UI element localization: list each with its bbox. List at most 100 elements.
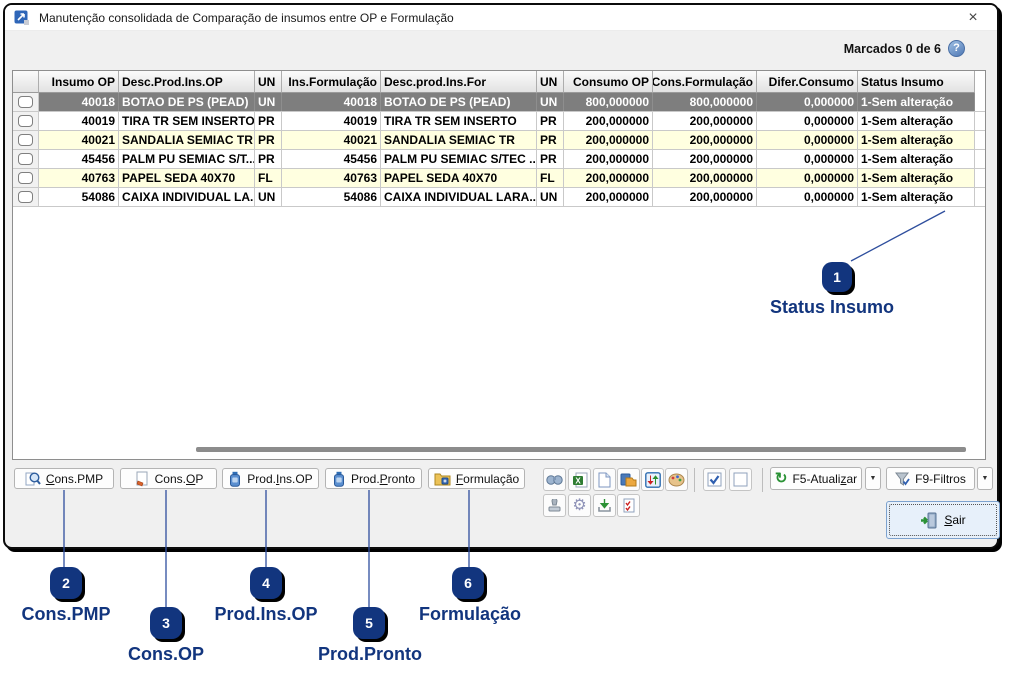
row-checkbox[interactable] (18, 153, 33, 165)
table-row[interactable]: 40018BOTAO DE PS (PEAD)UN40018BOTAO DE P… (13, 93, 985, 112)
cell: 1-Sem alteração (858, 112, 975, 130)
row-checkbox-cell[interactable] (13, 188, 39, 206)
header-status-insumo[interactable]: Status Insumo (858, 71, 975, 93)
check-all-icon[interactable] (703, 468, 726, 491)
callout-badge-2: 2 (50, 567, 82, 599)
table-row[interactable]: 45456PALM PU SEMIAC S/T...PR45456PALM PU… (13, 150, 985, 169)
cell: PAPEL SEDA 40X70 (119, 169, 255, 187)
button-label: F5-Atualizar (792, 472, 857, 486)
cell: 200,000000 (564, 169, 653, 187)
folder-formula-icon (434, 471, 451, 486)
cell: 200,000000 (564, 131, 653, 149)
marcados-label: Marcados 0 de 6 (844, 42, 941, 56)
callout-label-cons-pmp: Cons.PMP (21, 604, 110, 625)
table-row[interactable]: 40763PAPEL SEDA 40X70FL40763PAPEL SEDA 4… (13, 169, 985, 188)
header-consumo-op[interactable]: Consumo OP (564, 71, 653, 93)
table-row[interactable]: 40019TIRA TR SEM INSERTOPR40019TIRA TR S… (13, 112, 985, 131)
cell: PR (255, 112, 282, 130)
button-label: Prod.Ins.OP (247, 472, 312, 486)
cons-pmp-button[interactable]: Cons.PMP (14, 468, 114, 489)
header-un-1[interactable]: UN (255, 71, 282, 93)
callout-badge-3: 3 (150, 607, 182, 639)
bottle-icon (332, 471, 346, 487)
header-ins-formulacao[interactable]: Ins.Formulação (282, 71, 381, 93)
cell: PAPEL SEDA 40X70 (381, 169, 537, 187)
checklist-icon[interactable] (617, 494, 640, 517)
binoculars-icon[interactable] (543, 468, 566, 491)
prod-pronto-button[interactable]: Prod.Pronto (325, 468, 422, 489)
settings-gear-icon[interactable]: ⚙ (568, 494, 591, 517)
row-checkbox-cell[interactable] (13, 112, 39, 130)
export-excel-icon[interactable]: X (568, 468, 591, 491)
row-checkbox[interactable] (18, 96, 33, 108)
cell: 40019 (39, 112, 119, 130)
stamp-icon[interactable] (543, 494, 566, 517)
header-un-2[interactable]: UN (537, 71, 564, 93)
palette-icon[interactable] (665, 468, 688, 491)
search-document-icon (25, 471, 41, 487)
close-button[interactable]: × (963, 8, 983, 28)
cell: UN (255, 93, 282, 111)
cell: BOTAO DE PS (PEAD) (381, 93, 537, 111)
button-label: Formulação (456, 472, 519, 486)
cell: 40021 (39, 131, 119, 149)
f5-atualizar-button[interactable]: ↻ F5-Atualizar (770, 467, 862, 490)
button-label: Cons.OP (155, 472, 204, 486)
callout-label-prod-pronto: Prod.Pronto (318, 644, 422, 665)
cell: 0,000000 (757, 188, 858, 206)
row-checkbox[interactable] (18, 134, 33, 146)
uncheck-all-icon[interactable] (729, 468, 752, 491)
cell: 200,000000 (653, 188, 757, 206)
cell: 200,000000 (653, 150, 757, 168)
cell: 0,000000 (757, 169, 858, 187)
focus-ring (889, 504, 997, 536)
cell: 40018 (39, 93, 119, 111)
row-checkbox-cell[interactable] (13, 150, 39, 168)
formulacao-button[interactable]: Formulação (428, 468, 525, 489)
cell: 40018 (282, 93, 381, 111)
header-desc-prod-ins-op[interactable]: Desc.Prod.Ins.OP (119, 71, 255, 93)
callout-label-cons-op: Cons.OP (128, 644, 204, 665)
header-difer-consumo[interactable]: Difer.Consumo (757, 71, 858, 93)
sair-button[interactable]: Sair (886, 501, 1000, 539)
f5-dropdown-arrow[interactable]: ▼ (865, 467, 881, 490)
header-insumo-op[interactable]: Insumo OP (39, 71, 119, 93)
cell: PALM PU SEMIAC S/TEC ... (381, 150, 537, 168)
horizontal-scrollbar[interactable] (196, 447, 966, 452)
header-desc-prod-ins-for[interactable]: Desc.prod.Ins.For (381, 71, 537, 93)
row-checkbox[interactable] (18, 191, 33, 203)
row-checkbox-cell[interactable] (13, 93, 39, 111)
cell: UN (255, 188, 282, 206)
callout-badge-5: 5 (353, 607, 385, 639)
row-checkbox[interactable] (18, 115, 33, 127)
table-row[interactable]: 54086CAIXA INDIVIDUAL LA...UN54086CAIXA … (13, 188, 985, 207)
header-cons-formulacao[interactable]: Cons.Formulação (653, 71, 757, 93)
cell: TIRA TR SEM INSERTO (381, 112, 537, 130)
f9-filtros-button[interactable]: F9-Filtros (886, 467, 975, 490)
table-row[interactable]: 40021SANDALIA SEMIAC TRPR40021SANDALIA S… (13, 131, 985, 150)
cell: BOTAO DE PS (PEAD) (119, 93, 255, 111)
callout-label-formulacao: Formulação (419, 604, 521, 625)
window-title: Manutenção consolidada de Comparação de … (39, 11, 454, 25)
f9-dropdown-arrow[interactable]: ▼ (977, 467, 993, 490)
cell: 800,000000 (564, 93, 653, 111)
row-checkbox-cell[interactable] (13, 131, 39, 149)
callout-badge-1: 1 (822, 262, 852, 292)
cell: 1-Sem alteração (858, 188, 975, 206)
cell: 800,000000 (653, 93, 757, 111)
button-label: F9-Filtros (915, 472, 966, 486)
new-document-icon[interactable] (593, 468, 616, 491)
cell: CAIXA INDIVIDUAL LA... (119, 188, 255, 206)
prod-ins-op-button[interactable]: Prod.Ins.OP (222, 468, 319, 489)
cell: 45456 (39, 150, 119, 168)
import-download-icon[interactable] (593, 494, 616, 517)
row-checkbox-cell[interactable] (13, 169, 39, 187)
send-report-icon[interactable] (617, 468, 640, 491)
header-checkbox-col (13, 71, 39, 93)
help-icon[interactable]: ? (948, 40, 965, 57)
cons-op-button[interactable]: Cons.OP (120, 468, 217, 489)
row-checkbox[interactable] (18, 172, 33, 184)
button-label: Prod.Pronto (351, 472, 415, 486)
cell: FL (255, 169, 282, 187)
sort-order-icon[interactable] (641, 468, 664, 491)
